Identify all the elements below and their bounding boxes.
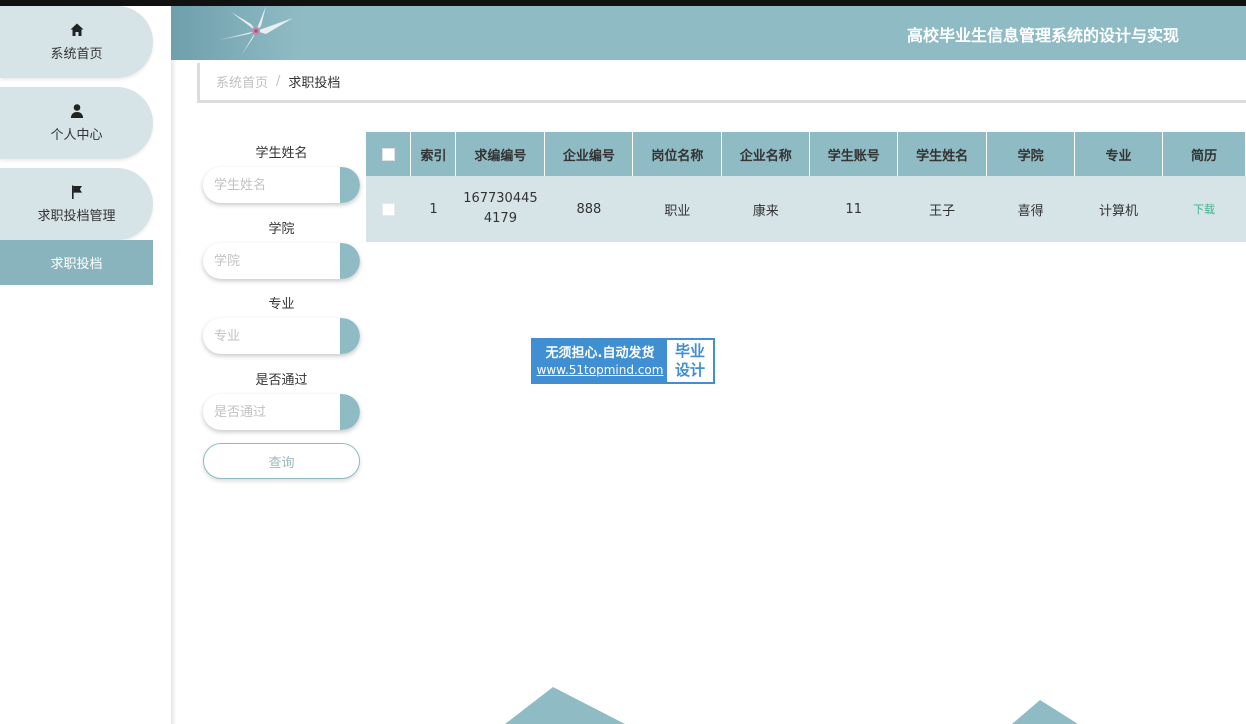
query-button[interactable]: 查询 [203,443,360,479]
student-name-label: 学生姓名 [255,146,308,161]
watermark-word-1: 毕业 [674,342,705,360]
sidebar-item-job-application-management[interactable]: 求职投档管理 [0,168,153,240]
watermark-url: www.51topmind.com [536,362,664,377]
column-header[interactable]: 学生账号 [809,132,899,176]
passed-label: 是否通过 [255,373,308,388]
sidebar-item-personal-center[interactable]: 个人中心 [0,87,153,159]
student-name-input[interactable] [203,167,340,203]
column-header[interactable]: 岗位名称 [632,132,723,176]
column-header[interactable]: 学生姓名 [897,132,988,176]
job-application-table: 索引 求编编号 企业编号 岗位名称 企业名称 学生账号 学生姓名 学院 专业 简… [366,132,1246,242]
major-label: 专业 [268,297,295,312]
apply-number-line2: 4179 [483,211,517,226]
header: 高校毕业生信息管理系统的设计与实现 [171,6,1246,60]
select-all-header [366,132,412,176]
sidebar: 系统首页 个人中心 求职投档管理 求职投档 [0,6,171,724]
lily-flower-decoration [171,6,301,60]
input-accent-tab [340,394,360,430]
breadcrumb-current: 求职投档 [288,76,341,91]
apply-number-cell: 167730445 4179 [455,176,546,242]
watermark-word-2: 设计 [674,361,705,379]
resume-cell: 下载 [1162,176,1246,242]
major-field [203,318,360,354]
column-header[interactable]: 简历 [1162,132,1246,176]
apply-number-line1: 167730445 [463,191,538,206]
flag-icon [71,185,82,199]
column-header[interactable]: 专业 [1074,132,1163,176]
major-input[interactable] [203,318,340,354]
input-accent-tab [340,318,360,354]
input-accent-tab [340,243,360,279]
row-select-cell [366,176,412,242]
select-all-checkbox[interactable] [381,147,395,161]
sidebar-item-label: 个人中心 [50,128,103,143]
sidebar-subitem-job-application[interactable]: 求职投档 [0,240,153,285]
company-name-cell: 康来 [721,176,811,242]
college-cell: 喜得 [986,176,1076,242]
watermark-left: 无须担心.自动发货 www.51topmind.com [533,340,667,382]
company-number-cell: 888 [544,176,634,242]
student-name-cell: 王子 [897,176,988,242]
home-icon [70,23,83,36]
passed-input[interactable] [203,394,340,430]
college-input[interactable] [203,243,340,279]
sidebar-item-label: 求职投档管理 [37,209,116,224]
breadcrumb-separator: / [276,74,281,89]
table-header-row: 索引 求编编号 企业编号 岗位名称 企业名称 学生账号 学生姓名 学院 专业 简… [366,132,1246,176]
row-checkbox[interactable] [381,202,395,216]
sidebar-item-label: 系统首页 [50,47,103,62]
input-accent-tab [340,167,360,203]
watermark-right: 毕业 设计 [667,340,713,382]
watermark-slogan: 无须担心.自动发货 [545,345,655,361]
user-icon [70,104,83,118]
breadcrumb-home-link[interactable]: 系统首页 [216,72,268,91]
sidebar-shadow [171,6,177,724]
page-title: 高校毕业生信息管理系统的设计与实现 [906,26,1179,45]
column-header[interactable]: 企业编号 [544,132,634,176]
column-header[interactable]: 索引 [410,132,457,176]
column-header[interactable]: 学院 [986,132,1076,176]
sidebar-item-home[interactable]: 系统首页 [0,6,153,78]
position-name-cell: 职业 [632,176,723,242]
watermark-badge: 无须担心.自动发货 www.51topmind.com 毕业 设计 [531,338,715,384]
breadcrumb: 系统首页 / 求职投档 [197,63,1246,103]
index-cell: 1 [410,176,457,242]
student-name-field [203,167,360,203]
passed-field [203,394,360,430]
table-row: 1 167730445 4179 888 职业 康来 11 王子 喜得 计算机 … [366,176,1246,242]
college-label: 学院 [268,222,295,237]
column-header[interactable]: 企业名称 [721,132,811,176]
column-header[interactable]: 求编编号 [455,132,546,176]
college-field [203,243,360,279]
student-account-cell: 11 [809,176,899,242]
major-cell: 计算机 [1074,176,1163,242]
resume-download-link[interactable]: 下载 [1193,203,1215,216]
